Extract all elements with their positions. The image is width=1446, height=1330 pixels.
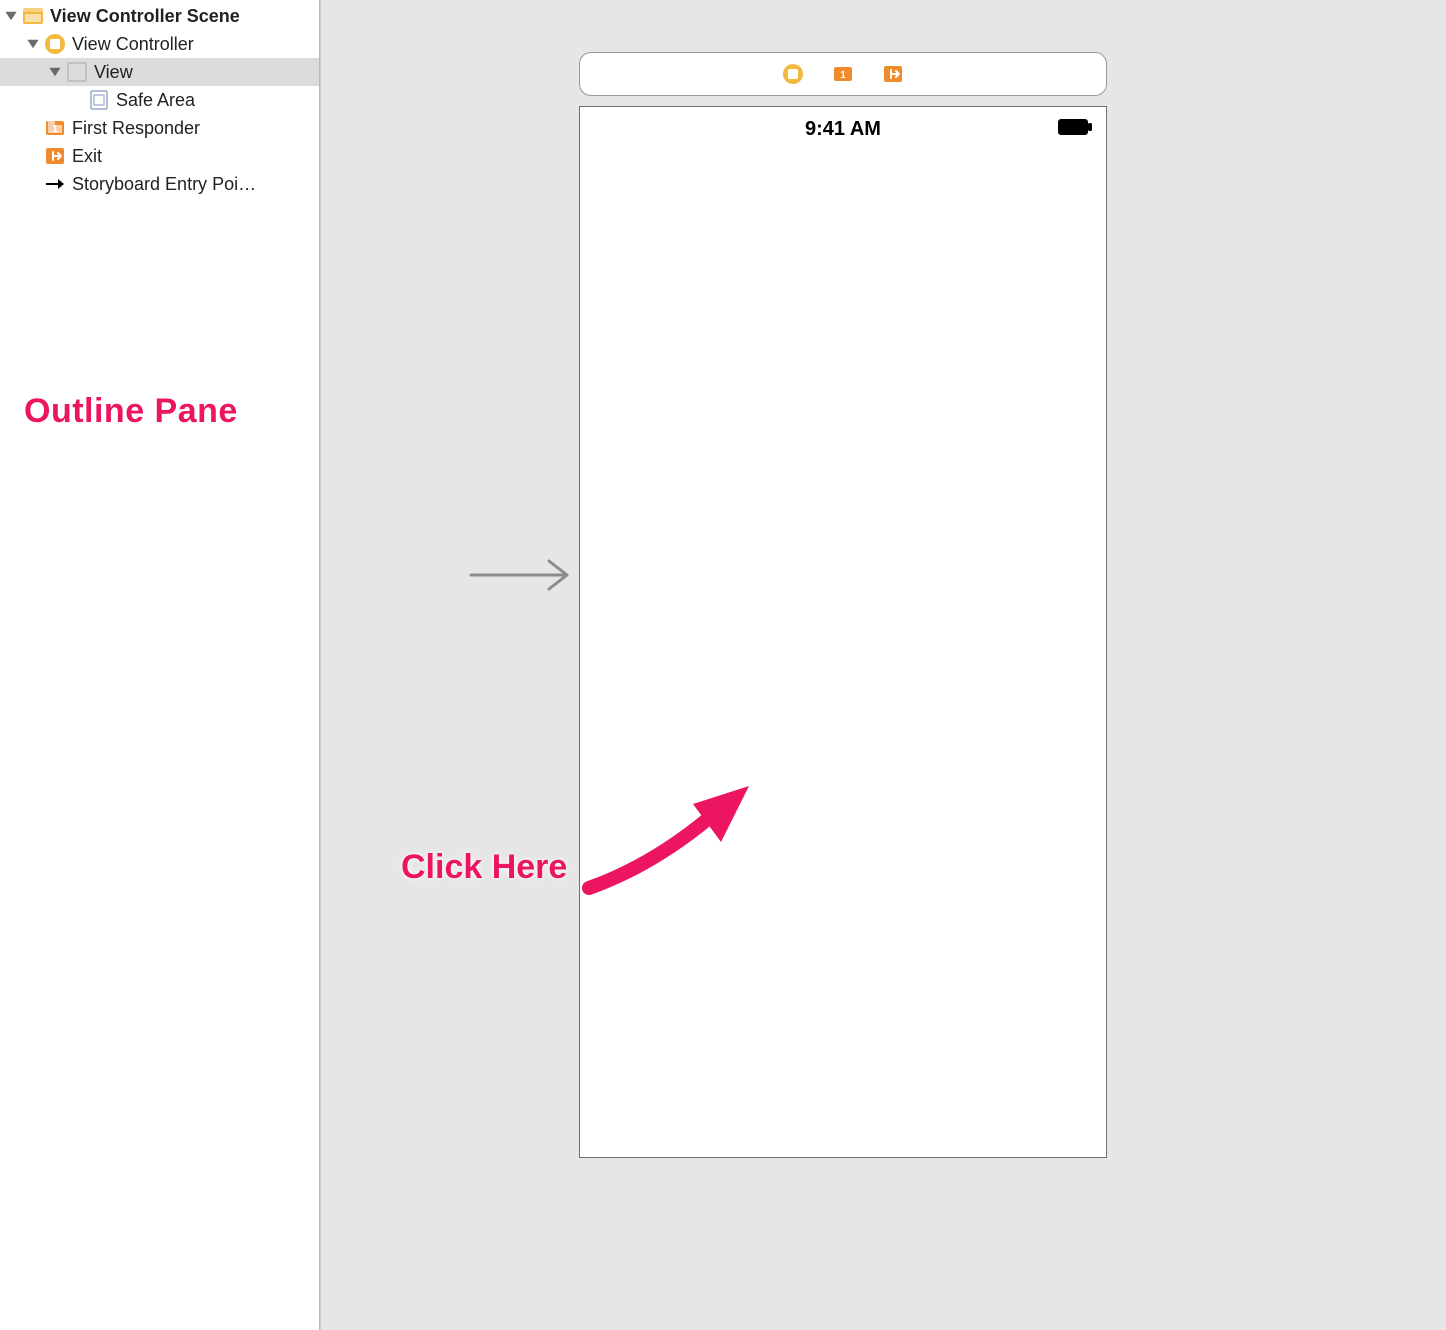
outline-row-label: View Controller (72, 34, 194, 55)
outline-row-label: Storyboard Entry Poi… (72, 174, 256, 195)
outline-row-entry-point[interactable]: Storyboard Entry Poi… (0, 170, 319, 198)
storyboard-entry-arrow-icon[interactable] (467, 555, 579, 595)
entry-point-arrow-icon (44, 173, 66, 195)
document-outline-panel[interactable]: View Controller Scene View Controller Vi… (0, 0, 320, 1330)
outline-row-safearea[interactable]: Safe Area (0, 86, 319, 114)
outline-row-viewcontroller[interactable]: View Controller (0, 30, 319, 58)
annotation-click-arrow-icon (581, 776, 761, 896)
view-controller-scene[interactable]: 1 9:41 AM (579, 52, 1107, 1158)
viewcontroller-icon[interactable] (782, 63, 804, 85)
disclosure-triangle-icon[interactable] (26, 37, 40, 51)
annotation-outline-pane-label: Outline Pane (24, 392, 238, 431)
outline-row-label: View Controller Scene (50, 6, 240, 27)
scene-icon (22, 5, 44, 27)
first-responder-icon: 1 (44, 117, 66, 139)
status-bar-time: 9:41 AM (580, 117, 1106, 141)
outline-row-label: View (94, 62, 133, 83)
safearea-icon (88, 89, 110, 111)
first-responder-icon[interactable]: 1 (832, 63, 854, 85)
outline-row-label: Exit (72, 146, 102, 167)
battery-icon (1058, 119, 1092, 135)
outline-row-first-responder[interactable]: 1 First Responder (0, 114, 319, 142)
outline-row-scene[interactable]: View Controller Scene (0, 2, 319, 30)
exit-icon (44, 145, 66, 167)
outline-row-exit[interactable]: Exit (0, 142, 319, 170)
scene-dock[interactable]: 1 (579, 52, 1107, 96)
outline-row-label: Safe Area (116, 90, 195, 111)
annotation-click-here-label: Click Here (401, 848, 567, 887)
outline-row-view[interactable]: View (0, 58, 319, 86)
outline-row-label: First Responder (72, 118, 200, 139)
view-icon (66, 61, 88, 83)
viewcontroller-icon (44, 33, 66, 55)
storyboard-canvas[interactable]: 1 9:41 AM Click Here (320, 0, 1446, 1330)
svg-text:1: 1 (840, 70, 846, 81)
disclosure-triangle-icon[interactable] (4, 9, 18, 23)
exit-icon[interactable] (882, 63, 904, 85)
svg-text:1: 1 (52, 124, 58, 135)
disclosure-triangle-icon[interactable] (48, 65, 62, 79)
device-view[interactable]: 9:41 AM (579, 106, 1107, 1158)
